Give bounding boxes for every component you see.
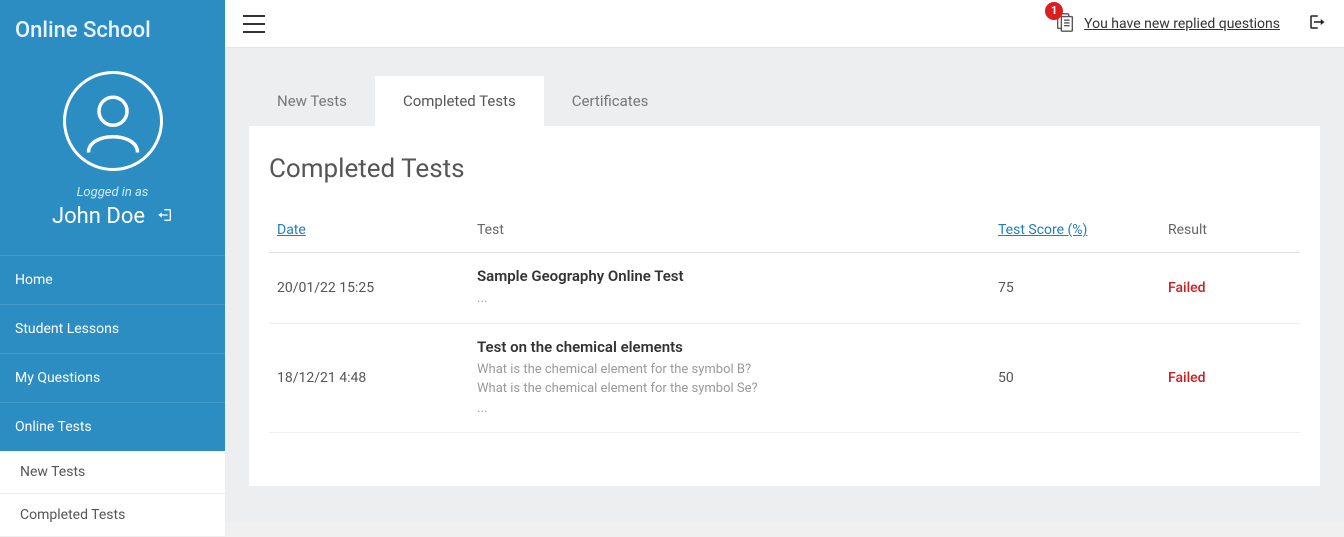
panel: Completed Tests Date Test Test Score (%)… — [249, 126, 1320, 486]
sidebar-item-student-lessons[interactable]: Student Lessons — [0, 304, 225, 353]
cell-test: Test on the chemical elements What is the… — [469, 323, 990, 433]
tab-certificates[interactable]: Certificates — [544, 76, 677, 126]
sidebar: Online School Logged in as John Doe Home… — [0, 0, 225, 522]
user-silhouette-icon — [78, 86, 148, 156]
test-description: ... — [477, 289, 982, 309]
notification-link[interactable]: 1 You have new replied questions — [1054, 11, 1280, 37]
sidebar-item-online-tests[interactable]: Online Tests — [0, 402, 225, 451]
column-header-result: Result — [1160, 212, 1300, 253]
column-header-test: Test — [469, 212, 990, 253]
sidebar-subnav: New Tests Completed Tests — [0, 451, 225, 537]
sidebar-subitem-completed-tests[interactable]: Completed Tests — [0, 494, 225, 537]
main-area: 1 You have new replied questions — [225, 0, 1344, 522]
cell-result: Failed — [1160, 323, 1300, 433]
test-name: Sample Geography Online Test — [477, 267, 982, 285]
table-row: 20/01/22 15:25Sample Geography Online Te… — [269, 253, 1300, 324]
test-description: What is the chemical element for the sym… — [477, 360, 982, 419]
tabs: New Tests Completed Tests Certificates — [249, 76, 1320, 126]
username: John Doe — [52, 204, 145, 229]
logout-button[interactable] — [1308, 13, 1326, 35]
notification-text: You have new replied questions — [1084, 16, 1280, 32]
sidebar-nav: Home Student Lessons My Questions Online… — [0, 255, 225, 537]
topbar: 1 You have new replied questions — [225, 0, 1344, 48]
cell-date: 20/01/22 15:25 — [269, 253, 469, 324]
sidebar-item-home[interactable]: Home — [0, 255, 225, 304]
profile-block: Logged in as John Doe — [0, 61, 225, 247]
sidebar-subitem-new-tests[interactable]: New Tests — [0, 451, 225, 494]
cell-test: Sample Geography Online Test... — [469, 253, 990, 324]
completed-tests-table: Date Test Test Score (%) Result 20/01/22… — [269, 212, 1300, 433]
cell-date: 18/12/21 4:48 — [269, 323, 469, 433]
test-name: Test on the chemical elements — [477, 338, 982, 356]
logout-icon[interactable] — [157, 207, 173, 227]
column-header-date[interactable]: Date — [269, 212, 469, 253]
cell-score: 75 — [990, 253, 1160, 324]
content-area: New Tests Completed Tests Certificates C… — [225, 48, 1344, 522]
logged-in-label: Logged in as — [77, 185, 149, 200]
avatar — [63, 71, 163, 171]
panel-title: Completed Tests — [269, 154, 1300, 184]
hamburger-icon[interactable] — [243, 15, 265, 33]
cell-result: Failed — [1160, 253, 1300, 324]
brand-title: Online School — [0, 0, 225, 61]
sidebar-item-my-questions[interactable]: My Questions — [0, 353, 225, 402]
table-row: 18/12/21 4:48Test on the chemical elemen… — [269, 323, 1300, 433]
tab-new-tests[interactable]: New Tests — [249, 76, 375, 126]
tab-completed-tests[interactable]: Completed Tests — [375, 76, 544, 126]
cell-score: 50 — [990, 323, 1160, 433]
column-header-score[interactable]: Test Score (%) — [990, 212, 1160, 253]
notification-badge: 1 — [1045, 2, 1063, 20]
